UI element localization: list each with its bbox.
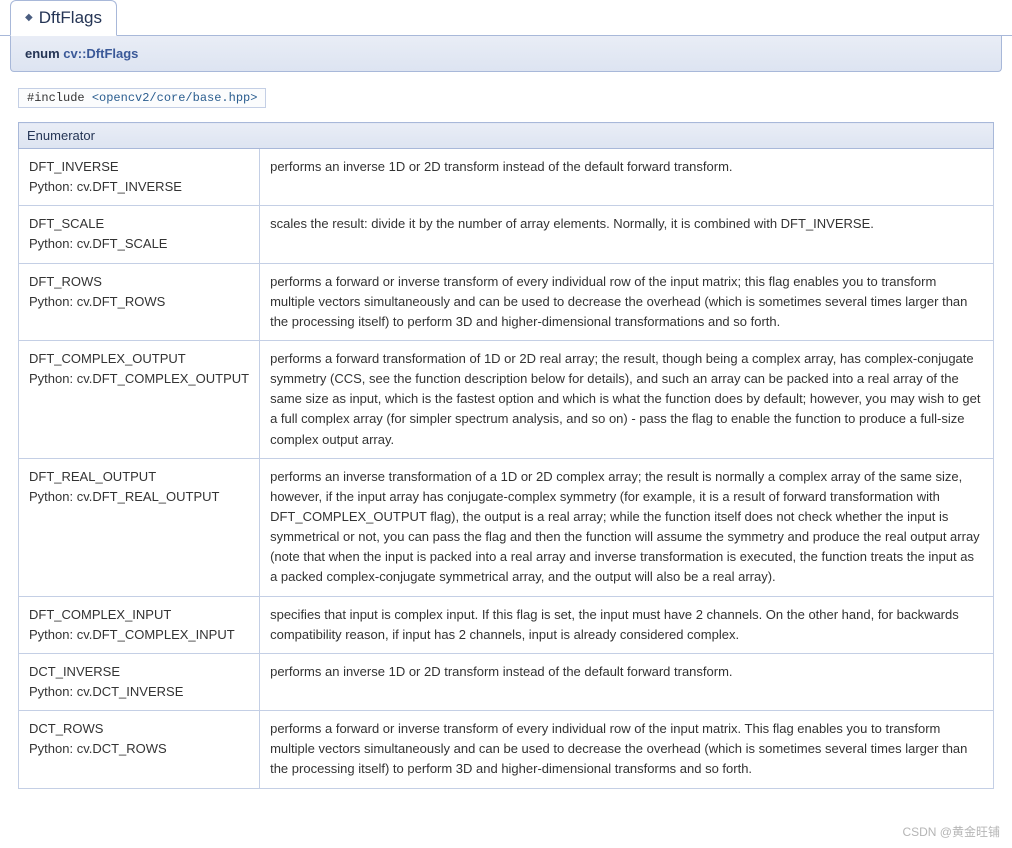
enum-name[interactable]: DFT_ROWS bbox=[29, 274, 102, 289]
enum-desc: specifies that input is complex input. I… bbox=[260, 596, 994, 653]
enum-python: Python: cv.DFT_REAL_OUTPUT bbox=[29, 487, 249, 507]
enum-python: Python: cv.DCT_ROWS bbox=[29, 739, 249, 759]
enum-python: Python: cv.DFT_SCALE bbox=[29, 234, 249, 254]
table-row: DCT_ROWS Python: cv.DCT_ROWS performs a … bbox=[19, 711, 994, 788]
table-row: DFT_REAL_OUTPUT Python: cv.DFT_REAL_OUTP… bbox=[19, 458, 994, 596]
enumerator-table: Enumerator DFT_INVERSE Python: cv.DFT_IN… bbox=[18, 122, 994, 789]
enum-desc: performs an inverse 1D or 2D transform i… bbox=[260, 653, 994, 710]
enum-python: Python: cv.DFT_ROWS bbox=[29, 292, 249, 312]
include-fragment: #include <opencv2/core/base.hpp> bbox=[18, 88, 266, 108]
enum-name[interactable]: DFT_REAL_OUTPUT bbox=[29, 469, 156, 484]
enum-desc: performs an inverse transformation of a … bbox=[260, 458, 994, 596]
enum-python: Python: cv.DFT_COMPLEX_INPUT bbox=[29, 625, 249, 645]
enum-prefix: enum bbox=[25, 46, 63, 61]
member-name-bar: enum cv::DftFlags bbox=[10, 36, 1002, 72]
include-path: opencv2/core/base.hpp bbox=[99, 91, 250, 105]
enum-name[interactable]: DFT_SCALE bbox=[29, 216, 104, 231]
enum-name[interactable]: DFT_COMPLEX_INPUT bbox=[29, 607, 171, 622]
enum-name[interactable]: DCT_ROWS bbox=[29, 721, 103, 736]
enum-desc: performs a forward or inverse transform … bbox=[260, 263, 994, 340]
diamond-icon: ◆ bbox=[25, 13, 33, 23]
table-row: DFT_INVERSE Python: cv.DFT_INVERSE perfo… bbox=[19, 149, 994, 206]
enum-python: Python: cv.DFT_INVERSE bbox=[29, 177, 249, 197]
table-row: DFT_COMPLEX_INPUT Python: cv.DFT_COMPLEX… bbox=[19, 596, 994, 653]
content: #include <opencv2/core/base.hpp> Enumera… bbox=[0, 72, 1012, 807]
enum-desc: performs a forward or inverse transform … bbox=[260, 711, 994, 788]
enum-name[interactable]: DCT_INVERSE bbox=[29, 664, 120, 679]
include-keyword: #include bbox=[27, 91, 92, 105]
enum-desc: performs a forward transformation of 1D … bbox=[260, 340, 994, 458]
tab-title: DftFlags bbox=[39, 8, 102, 28]
table-row: DFT_SCALE Python: cv.DFT_SCALE scales th… bbox=[19, 206, 994, 263]
watermark: CSDN @黄金旺铺 bbox=[902, 823, 1000, 840]
enum-desc: performs an inverse 1D or 2D transform i… bbox=[260, 149, 994, 206]
enum-name[interactable]: DFT_INVERSE bbox=[29, 159, 119, 174]
table-row: DFT_ROWS Python: cv.DFT_ROWS performs a … bbox=[19, 263, 994, 340]
table-row: DFT_COMPLEX_OUTPUT Python: cv.DFT_COMPLE… bbox=[19, 340, 994, 458]
enum-python: Python: cv.DCT_INVERSE bbox=[29, 682, 249, 702]
tab-row: ◆ DftFlags bbox=[0, 0, 1012, 36]
enum-python: Python: cv.DFT_COMPLEX_OUTPUT bbox=[29, 369, 249, 389]
tab-dftflags[interactable]: ◆ DftFlags bbox=[10, 0, 117, 36]
enum-link[interactable]: cv::DftFlags bbox=[63, 46, 138, 61]
enum-desc: scales the result: divide it by the numb… bbox=[260, 206, 994, 263]
table-header: Enumerator bbox=[19, 123, 994, 149]
table-row: DCT_INVERSE Python: cv.DCT_INVERSE perfo… bbox=[19, 653, 994, 710]
enum-name[interactable]: DFT_COMPLEX_OUTPUT bbox=[29, 351, 186, 366]
